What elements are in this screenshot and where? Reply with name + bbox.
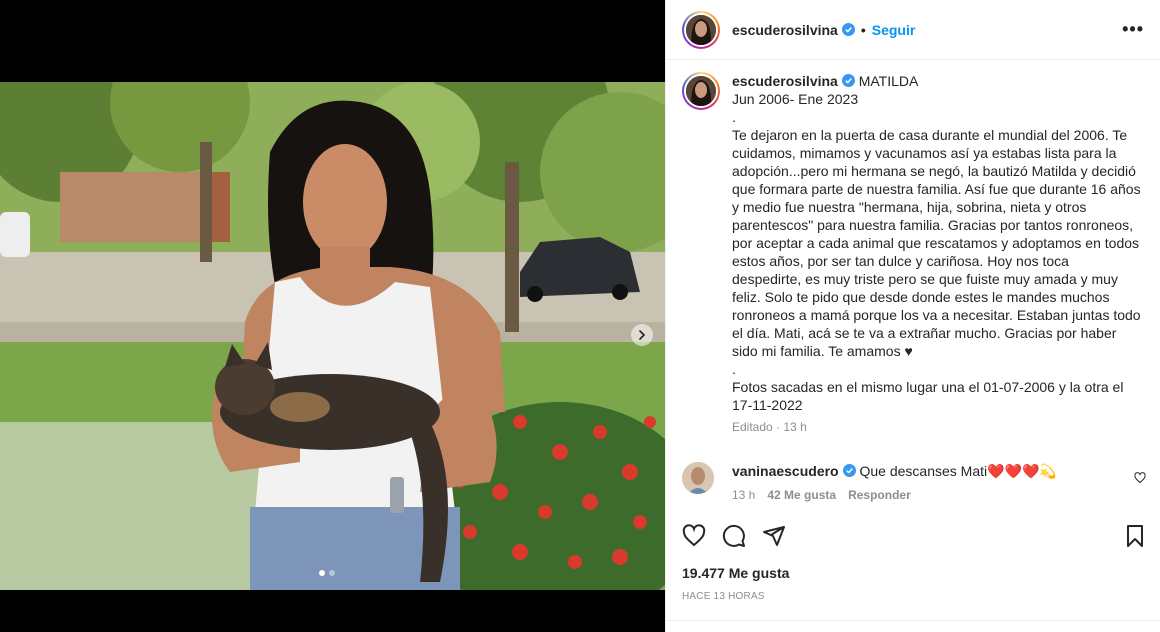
comment-item: vaninaescudero Que descanses Mati❤️❤️❤️💫… [682,462,1152,504]
caption-avatar[interactable] [682,72,720,110]
post-photo[interactable] [0,82,665,590]
commenter-avatar[interactable] [682,462,714,494]
verified-badge-icon [841,23,855,36]
heart-icon[interactable] [682,524,706,548]
carousel-next-button[interactable] [631,324,653,346]
commenter-username[interactable]: vaninaescudero [732,463,839,479]
carousel-dot [329,570,335,576]
avatar-image [682,462,714,494]
verified-badge-icon [841,74,855,87]
avatar-image [686,14,716,45]
comment-text: Que descanses Mati❤️❤️❤️💫 [859,463,1057,479]
comment-icon[interactable] [722,524,746,548]
reply-button[interactable]: Responder [848,486,911,504]
like-count[interactable]: 19.477 Me gusta [682,565,789,581]
chevron-right-icon [639,330,646,340]
divider [666,620,1160,621]
follow-button[interactable]: Seguir [872,22,916,38]
comment-like-heart-icon[interactable] [1134,472,1146,484]
comment-time[interactable]: 13 h [732,486,755,504]
bookmark-icon[interactable] [1123,524,1147,548]
post-header: escuderosilvina • Seguir ••• [666,0,1160,60]
caption-username[interactable]: escuderosilvina [732,73,838,89]
post-media [0,0,665,632]
post-timestamp[interactable]: Hace 13 horas [682,591,765,602]
carousel-dot-active [319,570,325,576]
post-panel: escuderosilvina • Seguir ••• escuderosil… [665,0,1160,632]
avatar-image [686,76,716,106]
action-bar [682,522,1147,550]
verified-badge-icon [842,464,856,477]
share-icon[interactable] [762,524,786,548]
photo-illustration [0,82,665,590]
author-username[interactable]: escuderosilvina [732,22,838,38]
more-options-button[interactable]: ••• [1122,19,1144,40]
author-avatar[interactable] [682,10,720,49]
separator-dot: • [860,21,866,38]
caption-time[interactable]: 13 h [783,420,806,434]
caption-text: MATILDA Jun 2006- Ene 2023 . Te dejaron … [732,73,1141,413]
edited-label: Editado [732,420,773,434]
carousel-indicator [319,570,335,576]
comment-likes[interactable]: 42 Me gusta [767,486,836,504]
post-caption: escuderosilvina MATILDA Jun 2006- Ene 20… [682,72,1152,436]
